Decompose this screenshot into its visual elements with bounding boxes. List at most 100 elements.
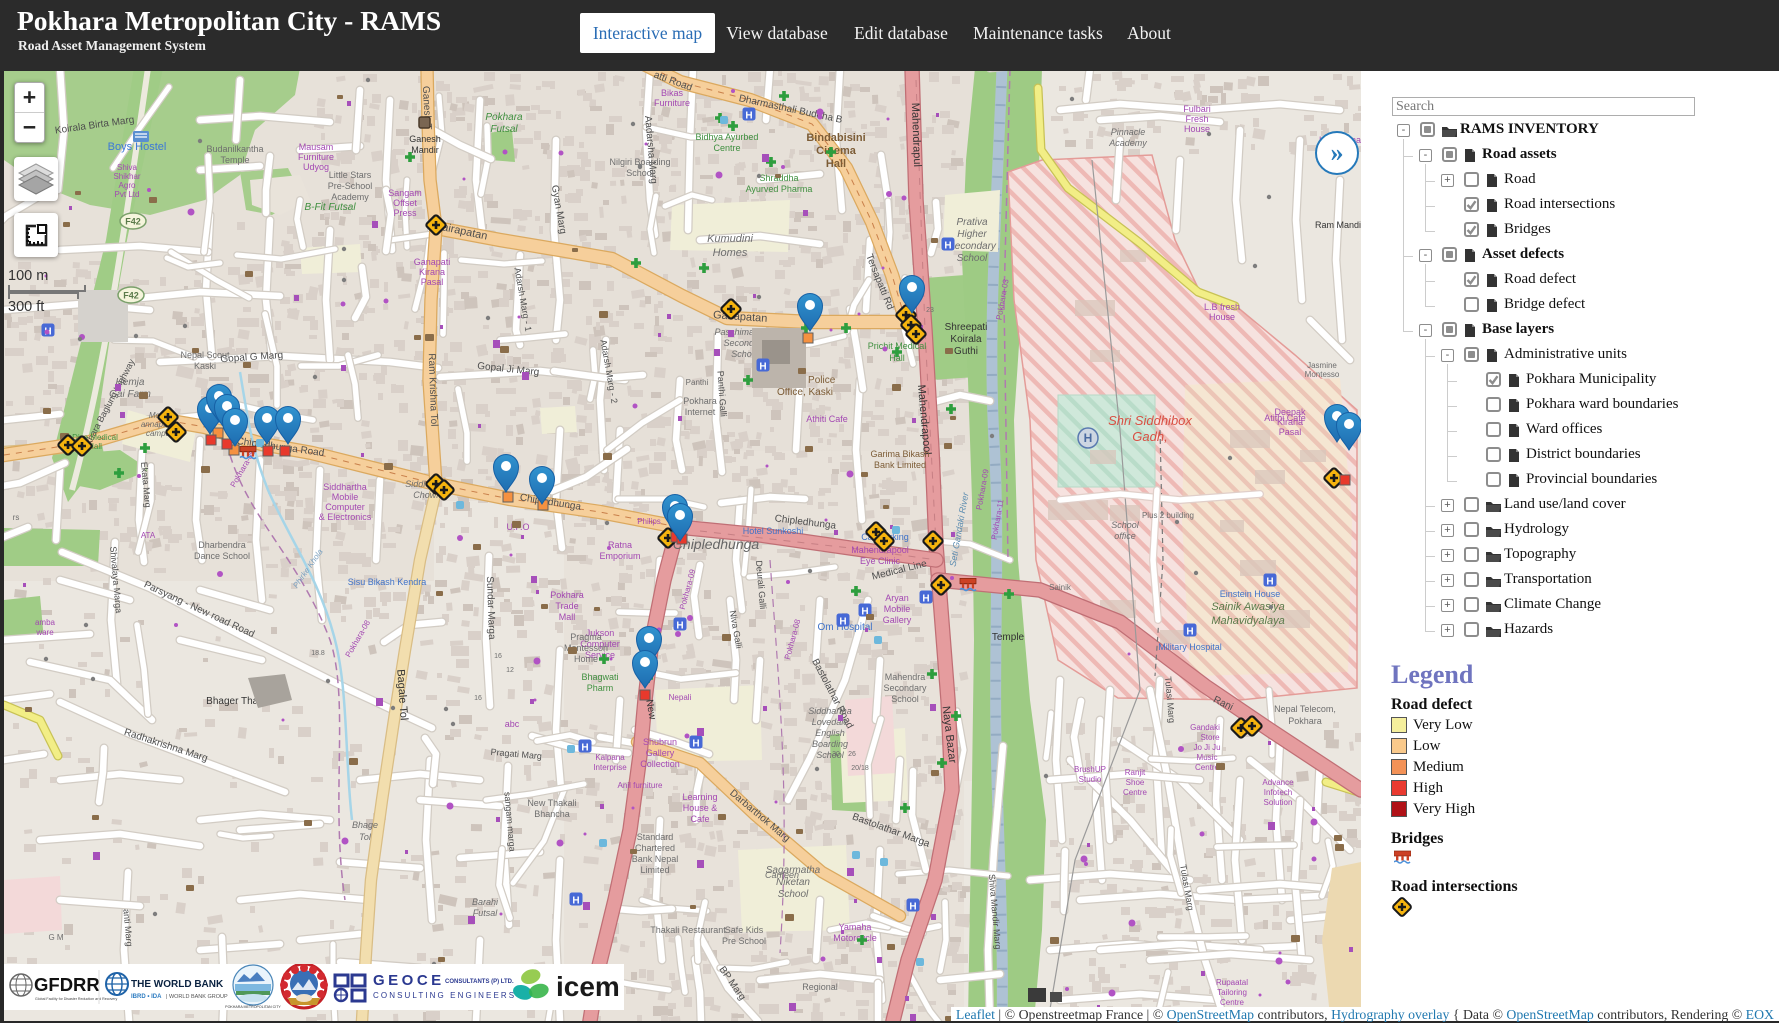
svg-text:Store: Store: [1200, 733, 1220, 742]
svg-text:Academy: Academy: [1108, 138, 1147, 148]
svg-text:Udyog: Udyog: [303, 162, 329, 172]
svg-text:Atithi Cafe: Atithi Cafe: [1264, 413, 1306, 423]
svg-text:Pre-School: Pre-School: [328, 181, 373, 191]
svg-text:Kalpana: Kalpana: [595, 753, 625, 762]
svg-text:Shoe: Shoe: [1126, 778, 1145, 787]
svg-text:G M: G M: [48, 933, 63, 942]
svg-text:IBRD • IDA: IBRD • IDA: [131, 994, 162, 1000]
svg-text:Kumudini: Kumudini: [707, 233, 753, 245]
svg-text:Ram Mandi: Ram Mandi: [1315, 220, 1361, 230]
svg-text:Limited: Limited: [640, 865, 669, 875]
svg-text:16: 16: [494, 653, 502, 660]
svg-text:rs: rs: [13, 513, 20, 522]
svg-text:Koirala: Koirala: [950, 334, 982, 345]
svg-text:Gallery: Gallery: [883, 615, 912, 625]
svg-text:Secondary: Secondary: [948, 241, 997, 252]
svg-text:H: H: [572, 895, 579, 906]
svg-text:School: School: [891, 694, 919, 704]
svg-text:H: H: [692, 738, 699, 749]
svg-text:icem: icem: [556, 971, 620, 1002]
svg-text:Garima Bikash: Garima Bikash: [870, 449, 929, 459]
svg-text:Internet: Internet: [685, 407, 716, 417]
svg-text:School: School: [816, 750, 845, 760]
svg-text:Shiva: Shiva: [117, 163, 138, 172]
svg-text:Solution: Solution: [1264, 798, 1293, 807]
svg-text:BrushUP: BrushUP: [1074, 765, 1106, 774]
svg-text:Studio: Studio: [1079, 775, 1102, 784]
svg-text:Hall: Hall: [826, 158, 846, 170]
svg-text:Barahi: Barahi: [472, 897, 499, 907]
svg-text:Sainik Awasiya: Sainik Awasiya: [1211, 601, 1284, 613]
svg-text:Temple: Temple: [992, 632, 1025, 643]
svg-text:12: 12: [506, 667, 514, 674]
svg-text:Safe Kids: Safe Kids: [725, 925, 764, 935]
svg-text:H: H: [839, 616, 846, 627]
svg-text:Mahendra: Mahendra: [885, 672, 926, 682]
svg-text:Ranjit: Ranjit: [1125, 768, 1146, 777]
svg-text:26: 26: [848, 751, 856, 758]
svg-text:16: 16: [474, 695, 482, 702]
svg-text:Jo Ji Ju: Jo Ji Ju: [1193, 743, 1220, 752]
svg-text:Pokhara: Pokhara: [550, 590, 584, 600]
svg-text:Music: Music: [1197, 753, 1218, 762]
svg-text:CONSULTING ENGINEERS: CONSULTING ENGINEERS: [373, 991, 516, 1000]
svg-text:Mahavidyalaya: Mahavidyalaya: [1211, 615, 1284, 627]
svg-text:English: English: [815, 728, 845, 738]
svg-text:L.B fresh: L.B fresh: [1204, 302, 1240, 312]
svg-text:Interprise: Interprise: [593, 763, 627, 772]
svg-text:Emporium: Emporium: [599, 551, 640, 561]
svg-text:Gadh,: Gadh,: [1132, 429, 1167, 444]
svg-text:Centre: Centre: [1123, 788, 1148, 797]
svg-text:Einstein House: Einstein House: [1220, 589, 1281, 599]
svg-text:Niketan: Niketan: [776, 877, 810, 888]
svg-text:Secondary: Secondary: [883, 683, 927, 693]
svg-text:Panthi: Panthi: [686, 378, 709, 387]
svg-text:Collection: Collection: [640, 759, 680, 769]
svg-text:office: office: [1114, 531, 1136, 541]
svg-text:Bidhya Ayurbed: Bidhya Ayurbed: [696, 132, 759, 142]
svg-text:GFDRR: GFDRR: [34, 974, 100, 995]
svg-text:Fresh: Fresh: [1185, 114, 1208, 124]
svg-text:Athiti Cafe: Athiti Cafe: [806, 414, 848, 424]
svg-text:Rupaatal: Rupaatal: [1216, 978, 1248, 987]
svg-text:Budanilkantha: Budanilkantha: [206, 144, 263, 154]
svg-text:THE WORLD BANK: THE WORLD BANK: [131, 979, 224, 990]
svg-text:House: House: [1209, 312, 1235, 322]
svg-text:H: H: [1266, 576, 1273, 587]
svg-text:Eye Clinic: Eye Clinic: [860, 556, 901, 566]
svg-text:School: School: [957, 253, 988, 264]
svg-text:Pre School: Pre School: [722, 936, 766, 946]
svg-text:H: H: [922, 593, 929, 604]
svg-text:Bindabisini: Bindabisini: [806, 132, 865, 144]
svg-text:amba: amba: [35, 618, 56, 627]
svg-text:Gandaki: Gandaki: [1190, 723, 1220, 732]
svg-text:Sundar Marga: Sundar Marga: [484, 576, 497, 640]
svg-text:H: H: [676, 620, 683, 631]
svg-text:Military Hospital: Military Hospital: [1158, 642, 1222, 652]
svg-text:Ratna: Ratna: [608, 540, 632, 550]
svg-text:House &: House &: [683, 803, 718, 813]
svg-text:& Electronics: & Electronics: [319, 512, 372, 522]
svg-text:CONSULTANTS (P) LTD.: CONSULTANTS (P) LTD.: [445, 979, 514, 985]
svg-text:Mandir: Mandir: [411, 145, 439, 155]
svg-text:Bikas: Bikas: [661, 88, 684, 98]
svg-text:Furniture: Furniture: [654, 98, 690, 108]
svg-text:Bank Nepal: Bank Nepal: [632, 854, 679, 864]
svg-text:Tailoring: Tailoring: [1217, 988, 1247, 997]
svg-text:Press: Press: [393, 208, 417, 218]
svg-text:School: School: [1111, 520, 1140, 530]
svg-text:New Thakali: New Thakali: [527, 798, 576, 808]
svg-text:Kirana: Kirana: [419, 267, 445, 277]
svg-text:Futsal: Futsal: [473, 908, 499, 918]
svg-text:Pokhara: Pokhara: [485, 112, 523, 123]
svg-text:Centre: Centre: [1195, 763, 1220, 772]
svg-text:Global Facility for Disaster R: Global Facility for Disaster Reduction a…: [35, 997, 117, 1001]
svg-text:Standard: Standard: [637, 832, 674, 842]
svg-text:30: 30: [832, 751, 840, 758]
svg-text:23: 23: [926, 307, 934, 314]
svg-text:H: H: [1186, 626, 1193, 637]
svg-text:Bhage: Bhage: [352, 820, 378, 830]
svg-text:Advance: Advance: [1262, 778, 1294, 787]
svg-text:Mobile: Mobile: [884, 604, 911, 614]
svg-text:Shri Siddhibox: Shri Siddhibox: [1108, 413, 1192, 428]
